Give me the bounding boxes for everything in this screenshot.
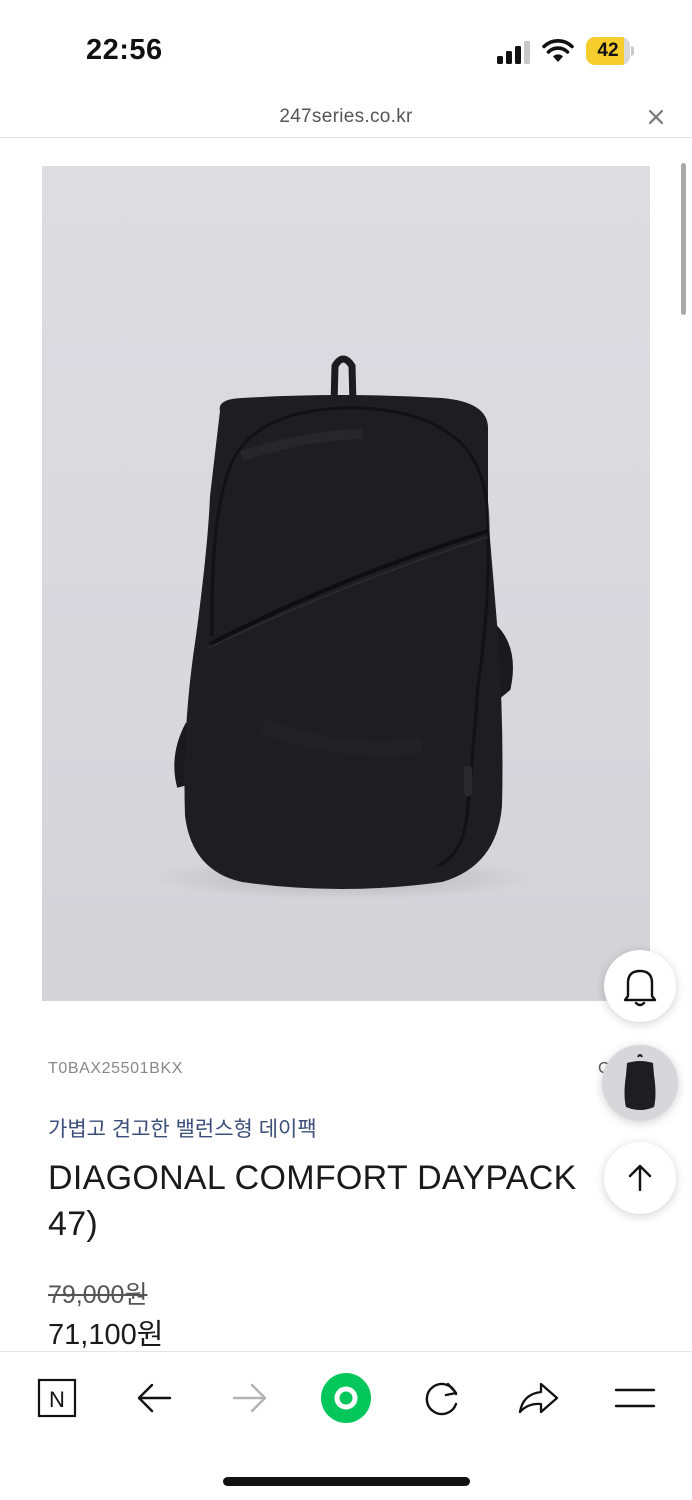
product-sku: T0BAX25501BKX [48, 1060, 183, 1077]
signal-icon [497, 41, 530, 64]
page-content[interactable]: T0BAX25501BKX C 가볍고 견고한 밸런스형 데이팩 DIAGONA… [0, 139, 692, 1351]
green-circle-icon [321, 1373, 371, 1423]
recent-product-thumbnail[interactable] [602, 1045, 678, 1121]
status-bar: 22:56 42 [0, 0, 692, 96]
hamburger-icon [614, 1388, 656, 1408]
wifi-icon [542, 39, 574, 62]
price-original: 79,000원 [48, 1281, 148, 1309]
back-button[interactable] [128, 1372, 180, 1424]
arrow-up-icon [628, 1164, 652, 1192]
share-icon [518, 1382, 559, 1414]
battery-level: 42 [597, 40, 619, 61]
scrollbar[interactable] [681, 163, 686, 315]
arrow-right-icon [232, 1383, 267, 1413]
product-thumbnail [602, 1045, 678, 1121]
browser-toolbar: N [0, 1351, 692, 1500]
home-indicator [223, 1477, 470, 1486]
url-bar[interactable]: 247series.co.kr [0, 96, 692, 138]
battery-icon: 42 [586, 37, 634, 65]
scroll-top-button[interactable] [604, 1142, 676, 1214]
notify-button[interactable] [604, 950, 676, 1022]
green-dot-button[interactable] [320, 1372, 372, 1424]
product-title: DIAGONAL COMFORT DAYPACK 47) [48, 1159, 577, 1243]
url-text[interactable]: 247series.co.kr [0, 106, 692, 128]
arrow-left-icon [137, 1383, 172, 1413]
product-subtitle: 가볍고 견고한 밸런스형 데이팩 [48, 1118, 317, 1141]
share-button[interactable] [512, 1372, 564, 1424]
status-time: 22:56 [86, 34, 163, 66]
svg-text:N: N [49, 1387, 65, 1412]
backpack-image [152, 355, 532, 900]
product-image[interactable] [42, 166, 650, 1001]
close-icon[interactable] [645, 106, 667, 128]
price-sale: 71,100원 [48, 1319, 164, 1351]
forward-button[interactable] [224, 1372, 276, 1424]
menu-button[interactable] [609, 1372, 661, 1424]
naver-home-button[interactable]: N [31, 1372, 83, 1424]
bell-icon [623, 969, 657, 1007]
reload-icon [425, 1382, 458, 1416]
reload-button[interactable] [416, 1372, 468, 1424]
naver-n-icon: N [37, 1378, 77, 1418]
